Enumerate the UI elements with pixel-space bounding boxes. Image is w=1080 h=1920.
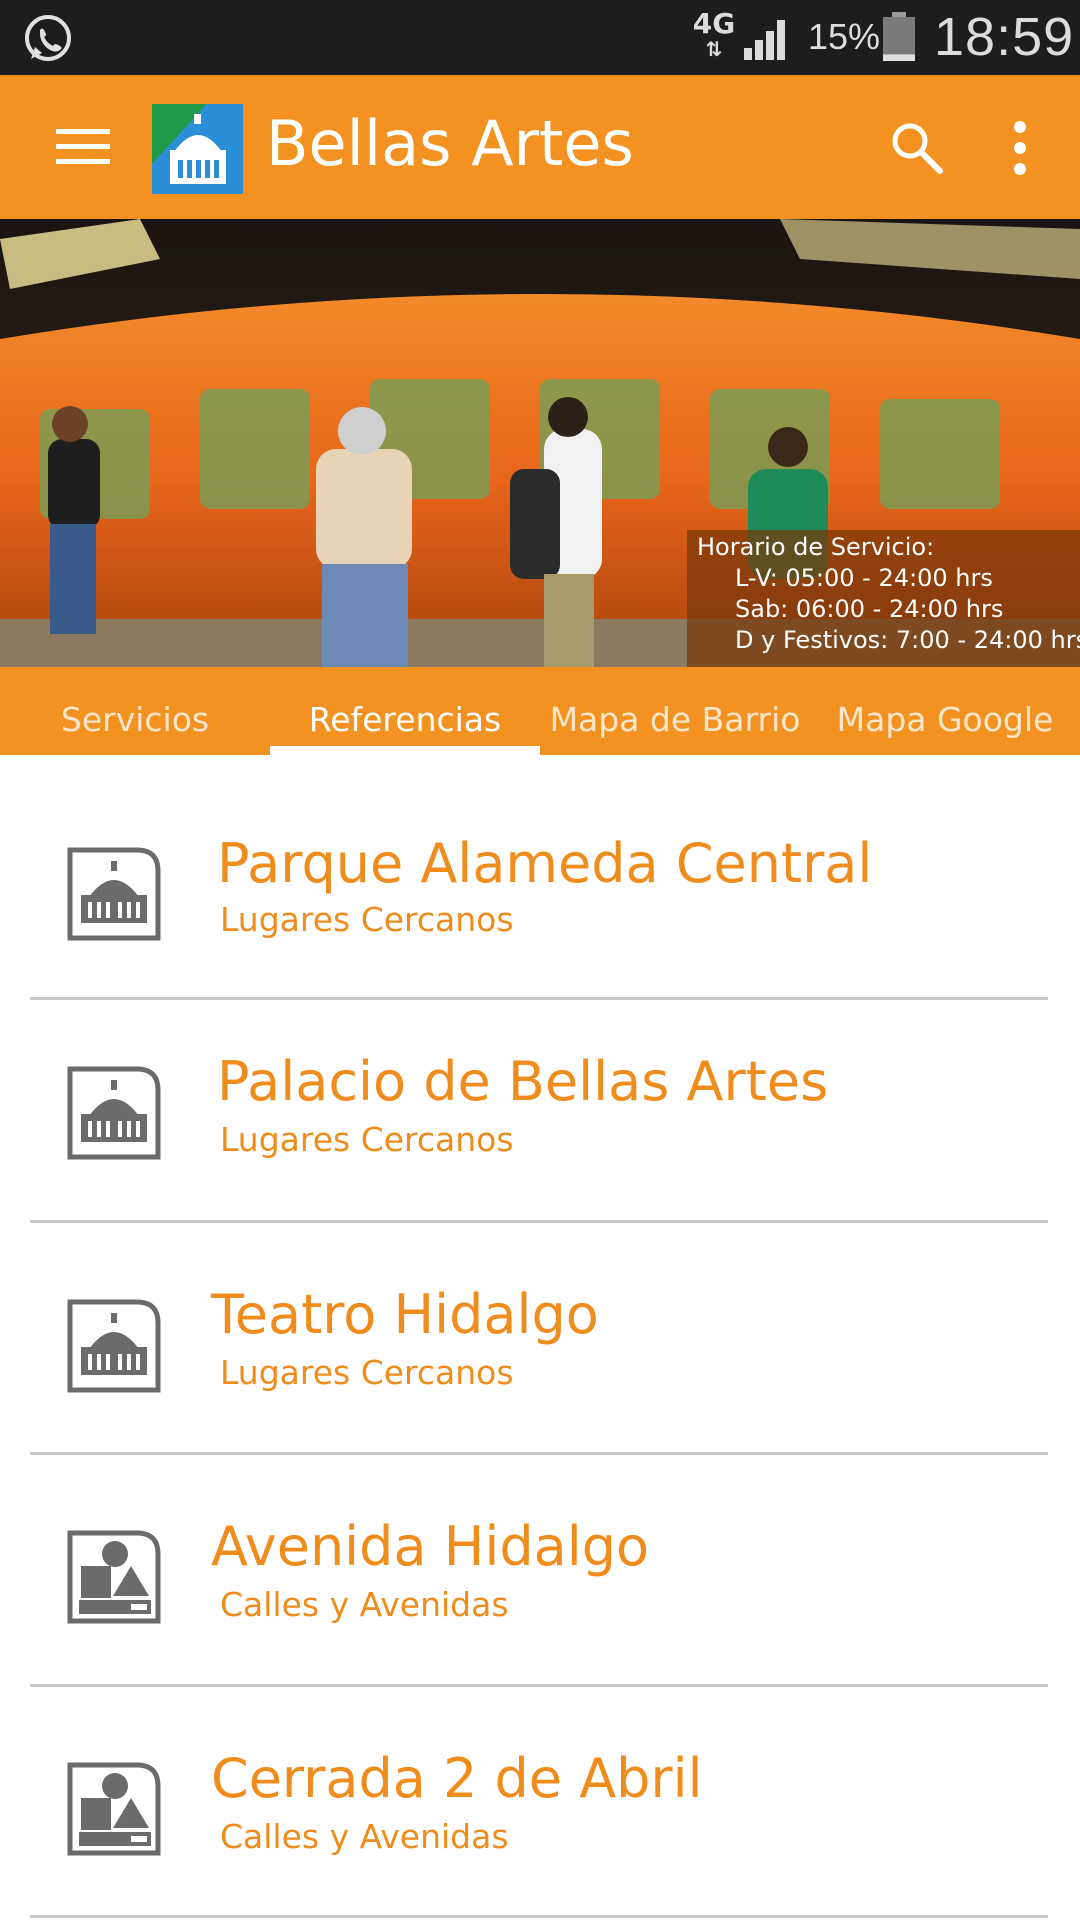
page-title: Bellas Artes: [266, 107, 634, 180]
item-title: Teatro Hidalgo: [211, 1283, 599, 1346]
palace-icon: [67, 847, 161, 941]
tab-label: Servicios: [60, 700, 210, 739]
item-subtitle: Calles y Avenidas: [220, 1817, 509, 1856]
network-indicator: 4G ⇅: [692, 10, 736, 66]
active-tab-indicator: [270, 746, 540, 755]
list-item[interactable]: Avenida Hidalgo Calles y Avenidas: [0, 1442, 1080, 1674]
status-bar: 4G ⇅ 15% 18:59: [0, 0, 1080, 75]
item-subtitle: Calles y Avenidas: [220, 1585, 509, 1624]
tab-label: Mapa Google: [836, 700, 1054, 739]
palace-icon: [67, 1066, 161, 1160]
schedule-box: Horario de Servicio: L-V: 05:00 - 24:00 …: [687, 530, 1080, 667]
list-item[interactable]: Teatro Hidalgo Lugares Cercanos: [0, 1210, 1080, 1442]
item-subtitle: Lugares Cercanos: [220, 1120, 514, 1159]
clock: 18:59: [934, 7, 1075, 67]
schedule-title: Horario de Servicio:: [697, 533, 935, 561]
hero-image: Horario de Servicio: L-V: 05:00 - 24:00 …: [0, 219, 1080, 667]
item-title: Parque Alameda Central: [217, 832, 873, 895]
palace-icon: [67, 1299, 161, 1393]
item-title: Avenida Hidalgo: [211, 1515, 650, 1578]
item-subtitle: Lugares Cercanos: [220, 900, 514, 939]
list-item[interactable]: Cerrada 2 de Abril Calles y Avenidas: [0, 1674, 1080, 1906]
app-logo-icon: [152, 104, 243, 194]
toolbar: Bellas Artes: [0, 75, 1080, 219]
schedule-weekdays: L-V: 05:00 - 24:00 hrs: [735, 564, 993, 592]
battery-icon: [883, 12, 915, 61]
schedule-saturday: Sab: 06:00 - 24:00 hrs: [735, 595, 1004, 623]
tab-label: Referencias: [308, 700, 502, 739]
divider: [30, 1915, 1048, 1918]
item-title: Cerrada 2 de Abril: [211, 1747, 703, 1810]
shapes-icon: [67, 1530, 161, 1624]
tab-label: Mapa de Barrio: [549, 700, 801, 739]
signal-icon: [744, 20, 785, 60]
list-item[interactable]: Parque Alameda Central Lugares Cercanos: [0, 755, 1080, 987]
tab-mapa-de-barrio[interactable]: Mapa de Barrio: [540, 667, 810, 755]
more-vert-icon[interactable]: [1000, 119, 1040, 177]
schedule-holidays: D y Festivos: 7:00 - 24:00 hrs: [735, 626, 1080, 654]
tab-referencias[interactable]: Referencias: [270, 667, 540, 755]
item-subtitle: Lugares Cercanos: [220, 1353, 514, 1392]
whatsapp-icon: [25, 15, 71, 61]
shapes-icon: [67, 1762, 161, 1856]
item-title: Palacio de Bellas Artes: [217, 1050, 829, 1113]
battery-percent: 15%: [808, 16, 881, 57]
list-item[interactable]: Palacio de Bellas Artes Lugares Cercanos: [0, 977, 1080, 1209]
menu-icon[interactable]: [50, 119, 116, 175]
tab-bar: Servicios Referencias Mapa de Barrio Map…: [0, 667, 1080, 755]
search-icon[interactable]: [888, 119, 946, 177]
network-arrows-icon: ⇅: [705, 37, 723, 61]
tab-mapa-google[interactable]: Mapa Google: [810, 667, 1080, 755]
tab-servicios[interactable]: Servicios: [0, 667, 270, 755]
network-type: 4G: [692, 7, 736, 40]
